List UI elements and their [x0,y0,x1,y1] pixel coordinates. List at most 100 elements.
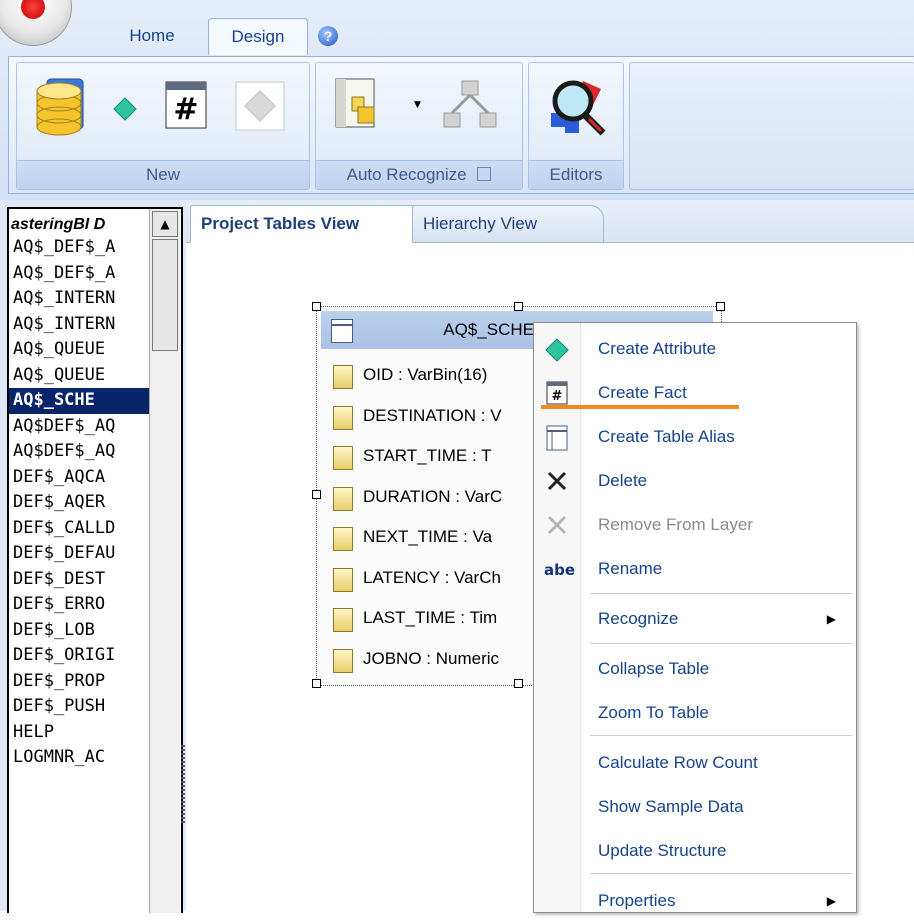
fact-icon: # [544,381,570,407]
menu-item-remove-from-layer: Remove From Layer [534,503,856,547]
list-item[interactable]: DEF$_AQCA [9,465,149,491]
dropdown-arrow-icon[interactable]: ▼ [414,101,422,110]
svg-text:#: # [552,389,563,404]
dialog-launcher-icon[interactable] [477,167,492,181]
column-icon [333,608,353,632]
resize-handle[interactable] [514,302,523,311]
tab-hierarchy-view[interactable]: Hierarchy View [412,205,604,243]
column-icon [333,567,353,592]
ribbon-group-new: # New [16,62,310,190]
ribbon-group-editors: Editors [528,62,624,190]
menu-item-zoom-to-table[interactable]: Zoom To Table [534,691,856,735]
list-item[interactable]: LOGMNR_AC [9,745,149,771]
menu-item-create-table-alias[interactable]: Create Table Alias [534,415,856,459]
hierarchy-icon [440,79,500,133]
ribbon-tab-home[interactable]: Home [108,18,196,54]
menu-item-recognize[interactable]: Recognize ▶ [534,597,856,641]
list-item[interactable]: AQ$DEF$_AQ [9,414,149,440]
menu-item-delete[interactable]: Delete [534,459,856,503]
scroll-thumb[interactable] [152,239,178,351]
list-item[interactable]: DEF$_LOB [9,618,149,644]
list-item[interactable]: AQ$DEF$_AQ [9,439,149,465]
list-item[interactable]: DEF$_CALLD [9,516,149,542]
menu-item-label: Create Table Alias [598,427,735,446]
menu-separator [590,873,852,874]
submenu-arrow-icon: ▶ [826,612,836,626]
column-name: JOBNO : Numeric [363,648,500,668]
svg-text:#: # [173,92,198,127]
group-label-auto-recognize: Auto Recognize [316,160,522,189]
list-item[interactable]: AQ$_SCHE [9,388,149,414]
column-icon [333,486,353,511]
vertical-scrollbar[interactable]: ▲ [149,209,180,913]
list-item[interactable]: DEF$_PUSH [9,694,149,720]
menu-item-rename[interactable]: abe Rename [534,547,856,591]
list-item[interactable]: AQ$_INTERN [9,312,149,338]
list-item[interactable]: DEF$_DEFAU [9,541,149,567]
group-label-new: New [17,160,309,189]
column-name: DESTINATION : V [363,405,502,425]
menu-item-properties[interactable]: Properties ▶ [534,879,856,923]
column-name: OID : VarBin(16) [363,365,488,384]
rename-icon: abe [544,561,576,579]
column-icon [333,365,353,389]
attribute-diamond-icon[interactable] [113,97,137,121]
auto-recognize-label: Auto Recognize [346,165,467,184]
submenu-arrow-icon: ▶ [826,894,836,908]
column-name: LATENCY : VarCh [363,567,501,587]
list-item[interactable]: DEF$_ERRO [9,592,149,618]
menu-item-label: Calculate Row Count [598,753,758,772]
column-name: DURATION : VarC [363,486,503,506]
help-icon[interactable]: ? [318,26,338,46]
column-icon [333,405,353,430]
scroll-up-arrow-icon[interactable]: ▲ [152,211,178,237]
menu-item-calculate-row-count[interactable]: Calculate Row Count [534,741,856,785]
tab-project-tables-view[interactable]: Project Tables View [190,205,420,243]
list-item[interactable]: AQ$_DEF$_A [9,261,149,287]
editors-magnifier-icon[interactable] [543,75,609,141]
list-item[interactable]: HELP [9,720,149,746]
list-items: AQ$_DEF$_A AQ$_DEF$_A AQ$_INTERN AQ$_INTERN… [9,235,149,771]
auto-recognize-icon[interactable] [334,77,378,129]
ribbon-group-auto-recognize: ▼ Auto Recognize [315,62,523,190]
resize-handle[interactable] [312,679,321,688]
list-item[interactable]: DEF$_DEST [9,567,149,593]
resize-handle[interactable] [312,302,321,311]
menu-item-update-structure[interactable]: Update Structure [534,829,856,873]
table-list[interactable]: asteringBI D AQ$_DEF$_A AQ$_DEF$_A AQ$_INT… [7,207,183,913]
menu-item-label: Remove From Layer [598,515,753,534]
menu-separator [590,735,852,736]
list-item[interactable]: DEF$_ORIGI [9,643,149,669]
list-item[interactable]: DEF$_AQER [9,490,149,516]
resize-handle[interactable] [312,490,321,499]
fact-icon[interactable]: # [165,81,207,129]
list-item[interactable]: AQ$_QUEUE [9,337,149,363]
resize-handle[interactable] [716,302,725,311]
delete-x-icon [544,469,570,495]
database-icon[interactable] [33,77,87,139]
menu-item-show-sample-data[interactable]: Show Sample Data [534,785,856,829]
resize-handle[interactable] [514,679,523,688]
menu-item-label: Zoom To Table [598,703,709,722]
remove-x-icon [544,513,570,539]
menu-item-collapse-table[interactable]: Collapse Table [534,647,856,691]
ribbon-group-empty [629,62,914,190]
column-icon [333,648,353,673]
column-name: START_TIME : T [363,446,492,465]
context-menu: Create Attribute # Create Fact Create Table… [533,322,857,913]
ribbon-tab-design[interactable]: Design [208,18,308,55]
diamond-icon [544,337,570,363]
list-item[interactable]: AQ$_DEF$_A [9,235,149,261]
list-item[interactable]: AQ$_QUEUE [9,363,149,389]
menu-item-label: Delete [598,471,648,490]
menu-item-label: Show Sample Data [598,797,744,816]
highlight-underline [541,405,739,409]
column-icon [333,446,353,470]
menu-separator [590,593,852,594]
disabled-item-icon [235,81,285,131]
list-item[interactable]: AQ$_INTERN [9,286,149,312]
splitter-handle[interactable] [181,745,185,825]
list-item[interactable]: DEF$_PROP [9,669,149,695]
menu-item-create-attribute[interactable]: Create Attribute [534,327,856,371]
menu-item-label: Properties [598,891,676,910]
